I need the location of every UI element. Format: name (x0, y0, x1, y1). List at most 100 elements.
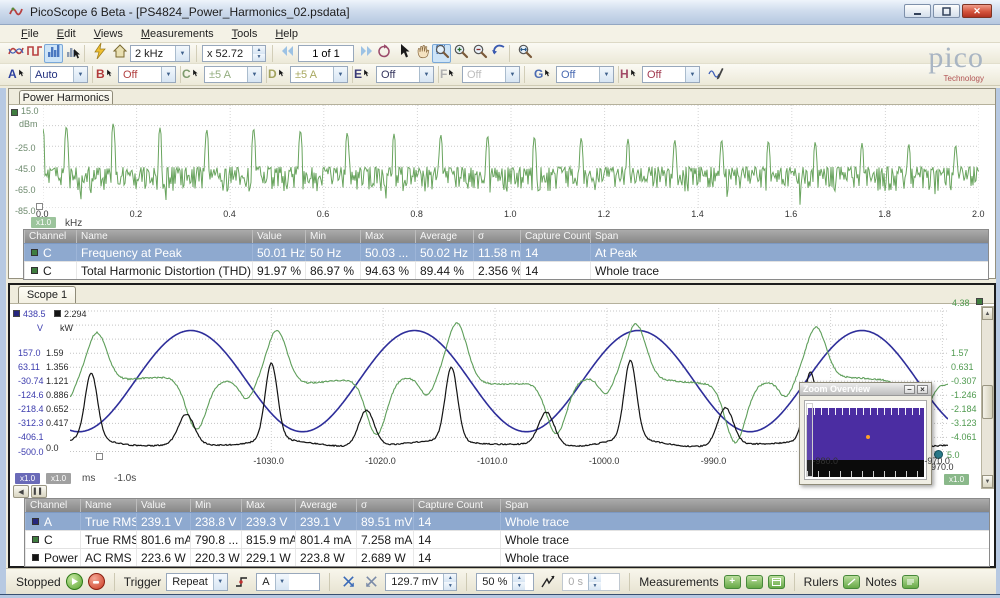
pan-hand-button[interactable] (413, 44, 432, 63)
auto-setup-button[interactable] (90, 44, 109, 63)
scope-view-button[interactable] (6, 44, 25, 63)
trigger-mode-select[interactable]: Repeat▼ (166, 573, 228, 591)
zoom-full-button[interactable] (515, 44, 534, 63)
current-tick: -4.061 (951, 432, 977, 442)
current-axis-swatch[interactable] (976, 298, 983, 305)
column-header[interactable]: Value (136, 499, 190, 512)
menu-item-file[interactable]: File (12, 27, 48, 41)
voltage-axis-top: 438.5 (23, 309, 46, 319)
column-header[interactable]: σ (356, 499, 413, 512)
zoom-overview-minimize-button[interactable]: – (904, 385, 915, 394)
column-header[interactable]: Channel (24, 230, 76, 243)
channel-e-range-select[interactable]: Off▼ (376, 66, 434, 83)
rapid-trigger-icon[interactable] (539, 573, 557, 591)
select-arrow-button[interactable] (394, 44, 413, 63)
channel-h-range-select[interactable]: Off▼ (642, 66, 700, 83)
column-header[interactable]: Span (500, 499, 989, 512)
channel-f-range-select[interactable]: Off▼ (462, 66, 520, 83)
signal-generator-button[interactable] (706, 66, 725, 85)
zoom-out-button[interactable] (470, 44, 489, 63)
menu-item-edit[interactable]: Edit (48, 27, 85, 41)
trigger-edge-icon[interactable] (233, 573, 251, 591)
spectrum-measurements-table: ChannelNameValueMinMaxAverageσCapture Co… (23, 229, 989, 280)
undo-zoom-button[interactable] (489, 44, 508, 63)
table-row[interactable]: CTrue RMS801.6 mA790.8 ...815.9 mA801.4 … (25, 530, 989, 548)
spectrum-view-button[interactable] (44, 44, 63, 63)
persistence-view-button[interactable] (25, 44, 44, 63)
power-axis-swatch[interactable] (54, 310, 61, 317)
menu-item-measurements[interactable]: Measurements (132, 27, 223, 41)
column-header[interactable]: Span (590, 230, 988, 243)
maximize-button[interactable] (933, 4, 960, 18)
channel-c-range-select[interactable]: ±5 A▼ (204, 66, 262, 83)
spectrum-range-select[interactable]: 2 kHz▼ (130, 45, 190, 62)
table-row[interactable]: CFrequency at Peak50.01 Hz50 Hz50.03 ...… (24, 243, 988, 261)
column-header[interactable]: Channel (25, 499, 80, 512)
scope-vertical-scrollbar[interactable]: ▲ ▼ (981, 306, 994, 489)
notes-button[interactable] (902, 575, 919, 589)
channel-swatch (31, 249, 38, 256)
pre-trigger-spinner[interactable]: 50 %▲▼ (476, 573, 534, 591)
zoom-in-button[interactable] (451, 44, 470, 63)
channel-g-range-select[interactable]: Off▼ (556, 66, 614, 83)
post-trigger-spinner[interactable]: 0 s▲▼ (562, 573, 620, 591)
channel-d-range-select[interactable]: ±5 A▼ (290, 66, 348, 83)
zoom-overview-plot[interactable] (804, 400, 927, 480)
tab-scope-1[interactable]: Scope 1 (18, 286, 76, 303)
previous-capture-button[interactable]: ◀ (13, 485, 29, 498)
zoom-overview-close-button[interactable]: × (917, 385, 928, 394)
spectrum-axis-channel-swatch[interactable] (11, 109, 18, 116)
column-header[interactable]: Capture Count (413, 499, 500, 512)
scope-axis-handle[interactable] (96, 453, 103, 460)
marquee-zoom-button[interactable] (432, 44, 451, 63)
scrollbar-down-icon[interactable]: ▼ (982, 475, 993, 488)
menu-item-help[interactable]: Help (266, 27, 307, 41)
column-header[interactable]: σ (473, 230, 520, 243)
table-row[interactable]: CTotal Harmonic Distortion (THD) %91.97 … (24, 261, 988, 279)
menu-item-views[interactable]: Views (85, 27, 132, 41)
column-header[interactable]: Max (241, 499, 295, 512)
column-header[interactable]: Max (360, 230, 415, 243)
home-button[interactable] (110, 44, 129, 63)
remove-measurement-button[interactable]: − (746, 575, 763, 589)
start-capture-button[interactable] (66, 573, 83, 590)
scrollbar-up-icon[interactable]: ▲ (982, 307, 993, 320)
column-header[interactable]: Min (190, 499, 241, 512)
next-page-icon (358, 43, 374, 64)
scrollbar-thumb[interactable] (982, 385, 993, 419)
channel-a-range-select[interactable]: Auto▼ (30, 66, 88, 83)
voltage-axis-swatch[interactable] (13, 310, 20, 317)
zoom-overview-titlebar[interactable]: Zoom Overview – × (800, 383, 931, 396)
spectrum-options-button[interactable] (63, 44, 82, 63)
close-button[interactable]: ✕ (962, 4, 992, 18)
column-header[interactable]: Name (76, 230, 252, 243)
spectrum-plot[interactable] (43, 105, 979, 208)
pause-capture-button[interactable]: ▌▌ (31, 485, 47, 498)
column-header[interactable]: Name (80, 499, 136, 512)
column-header[interactable]: Capture Count (520, 230, 590, 243)
column-header[interactable]: Average (295, 499, 356, 512)
column-header[interactable]: Average (415, 230, 473, 243)
trigger-level-spinner[interactable]: 129.7 mV▲▼ (385, 573, 457, 591)
previous-page-button[interactable] (278, 44, 297, 63)
add-measurement-button[interactable]: + (724, 575, 741, 589)
tab-power-harmonics[interactable]: Power Harmonics (19, 90, 113, 104)
stop-capture-button[interactable] (88, 573, 105, 590)
edit-measurement-button[interactable] (768, 575, 785, 589)
trigger-source-select[interactable]: A▼ (256, 573, 320, 591)
table-row[interactable]: ATrue RMS239.1 V238.8 V239.3 V239.1 V89.… (25, 512, 989, 530)
zoom-factor-spinner[interactable]: x 52.72▲▼ (202, 45, 266, 62)
menu-item-tools[interactable]: Tools (223, 27, 267, 41)
column-header[interactable]: Min (305, 230, 360, 243)
pico-logo-sub: Technology (860, 74, 984, 83)
refresh-button[interactable] (374, 44, 393, 63)
minimize-button[interactable] (904, 4, 931, 18)
zoom-overview-window[interactable]: Zoom Overview – × (799, 382, 932, 485)
trigger-marker-icon[interactable] (339, 573, 357, 591)
trigger-marker-alt-icon[interactable] (362, 573, 380, 591)
channel-b-range-select[interactable]: Off▼ (118, 66, 176, 83)
rulers-button[interactable] (843, 575, 860, 589)
next-page-button[interactable] (356, 44, 375, 63)
column-header[interactable]: Value (252, 230, 305, 243)
table-row[interactable]: PowerAC RMS223.6 W220.3 W229.1 W223.8 W2… (25, 548, 989, 566)
